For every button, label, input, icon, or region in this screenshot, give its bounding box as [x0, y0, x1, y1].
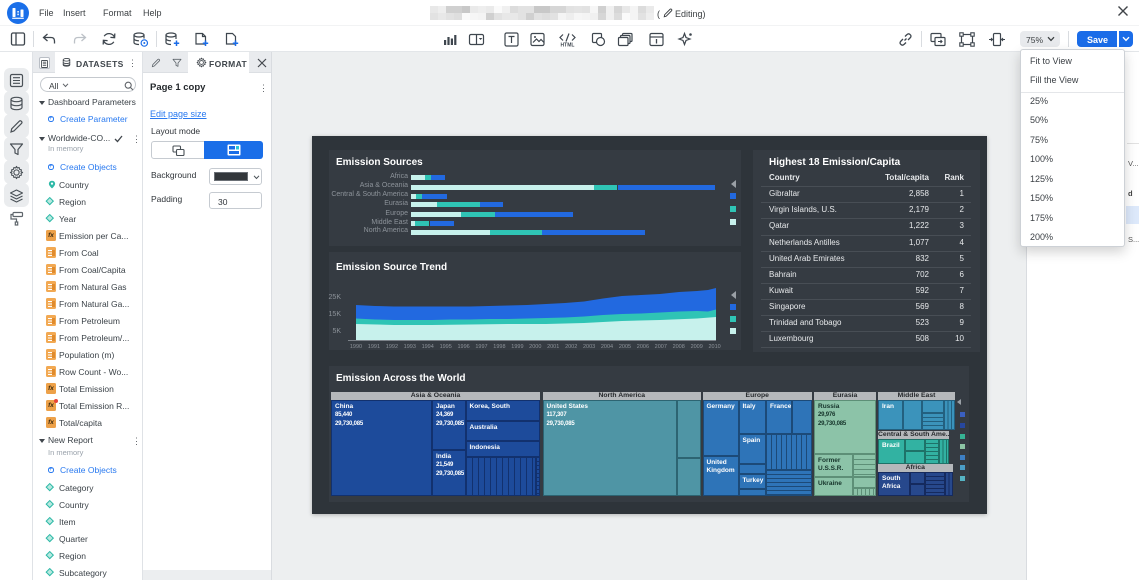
svg-text:2000: 2000	[529, 344, 541, 350]
svg-text:1992: 1992	[386, 344, 398, 350]
svg-text:2008: 2008	[673, 344, 685, 350]
svg-text:2006: 2006	[637, 344, 649, 350]
svg-text:2002: 2002	[565, 344, 577, 350]
svg-text:1994: 1994	[422, 344, 434, 350]
svg-text:1996: 1996	[457, 344, 469, 350]
svg-text:2001: 2001	[547, 344, 559, 350]
svg-text:1995: 1995	[440, 344, 452, 350]
svg-text:1990: 1990	[350, 344, 362, 350]
svg-text:1999: 1999	[511, 344, 523, 350]
svg-text:2004: 2004	[601, 344, 613, 350]
svg-text:2010: 2010	[708, 344, 720, 350]
svg-text:1993: 1993	[404, 344, 416, 350]
svg-text:1998: 1998	[493, 344, 505, 350]
svg-text:1991: 1991	[368, 344, 380, 350]
svg-text:HTML: HTML	[561, 43, 575, 49]
svg-text:2005: 2005	[619, 344, 631, 350]
svg-text:2009: 2009	[691, 344, 703, 350]
svg-text:2003: 2003	[583, 344, 595, 350]
svg-text:1997: 1997	[475, 344, 487, 350]
svg-text:2007: 2007	[655, 344, 667, 350]
